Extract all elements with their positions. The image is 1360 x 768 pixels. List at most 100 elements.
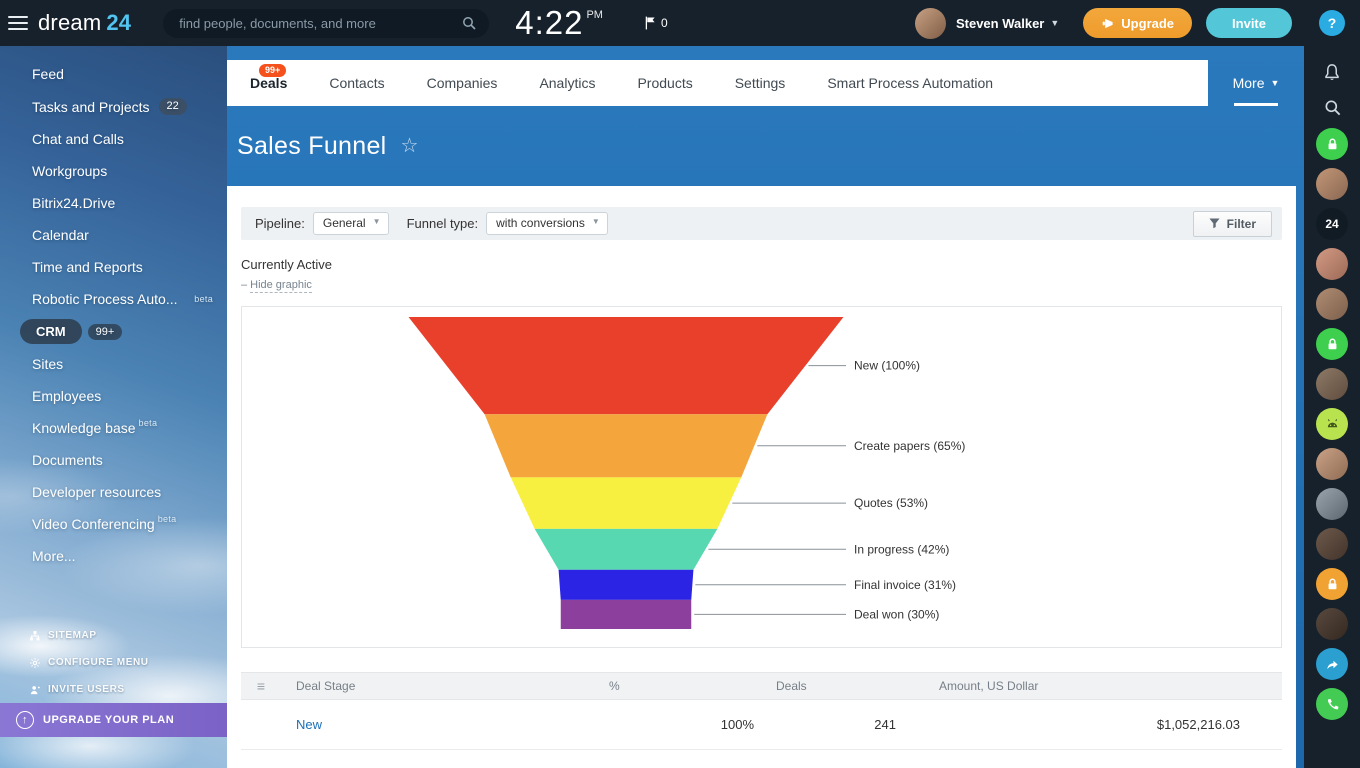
filter-button[interactable]: Filter	[1193, 211, 1272, 237]
sidebar-item-calendar[interactable]: Calendar	[0, 219, 227, 251]
funnel-segment-new[interactable]	[409, 317, 844, 414]
up-arrow-icon: ↑	[16, 711, 34, 729]
funnel-label-create-papers: Create papers (65%)	[854, 439, 965, 453]
favorite-star-icon[interactable]: ☆	[401, 133, 419, 158]
column-header-deals[interactable]: Deals	[756, 679, 904, 693]
tab-companies[interactable]: Companies	[406, 60, 519, 106]
sidebar-item-knowledge-base[interactable]: Knowledge basebeta	[0, 412, 227, 444]
search-icon[interactable]	[461, 15, 477, 31]
clock: 4:22 PM	[515, 4, 603, 42]
user-menu[interactable]: Steven Walker ▼	[915, 8, 1059, 39]
flag-counter[interactable]: 0	[645, 16, 668, 30]
column-header-amount[interactable]: Amount, US Dollar	[904, 679, 1282, 693]
user-name: Steven Walker	[956, 16, 1044, 31]
tab-label: Products	[637, 75, 692, 91]
sidebar-item-chat-and-calls[interactable]: Chat and Calls	[0, 123, 227, 155]
deal-stage-table: ≡ Deal Stage % Deals Amount, US Dollar N…	[241, 672, 1282, 750]
sidebar-link-sitemap[interactable]: SITEMAP	[0, 622, 227, 649]
sidebar-item-label: Documents	[32, 452, 103, 468]
funnel-segment-deal-won[interactable]	[561, 600, 692, 629]
footer-link-label: SITEMAP	[48, 630, 97, 641]
funnel-segment-create-papers[interactable]	[485, 414, 768, 477]
tab-more[interactable]: More ▼	[1208, 60, 1304, 106]
notifications-bell-icon[interactable]	[1316, 60, 1348, 86]
upgrade-button[interactable]: Upgrade	[1083, 8, 1192, 38]
invite-label: Invite	[1232, 16, 1266, 31]
avatar[interactable]	[1316, 448, 1348, 480]
share-icon[interactable]	[1316, 648, 1348, 680]
avatar[interactable]	[1316, 368, 1348, 400]
clock-meridiem: PM	[586, 9, 603, 21]
tab-label: Contacts	[329, 75, 384, 91]
column-header-percent[interactable]: %	[596, 679, 756, 693]
sidebar-link-invite-users[interactable]: INVITE USERS	[0, 676, 227, 703]
page-title: Sales Funnel	[237, 132, 387, 161]
hide-graphic-link[interactable]: –Hide graphic	[241, 279, 312, 291]
upgrade-your-plan-button[interactable]: ↑ UPGRADE YOUR PLAN	[0, 703, 227, 737]
sidebar-link-configure-menu[interactable]: CONFIGURE MENU	[0, 649, 227, 676]
sidebar-item-robotic-process-automation[interactable]: Robotic Process Auto...beta	[0, 283, 227, 315]
avatar[interactable]	[1316, 248, 1348, 280]
brand-name: dream	[38, 10, 101, 36]
secure-lock-icon[interactable]	[1316, 328, 1348, 360]
tab-products[interactable]: Products	[616, 60, 713, 106]
tab-smart-process-automation[interactable]: Smart Process Automation	[806, 60, 1014, 106]
sidebar-item-label: Employees	[32, 388, 101, 404]
sidebar-item-sites[interactable]: Sites	[0, 348, 227, 380]
funnel-type-select[interactable]: with conversions ▼	[486, 212, 608, 235]
sidebar-item-feed[interactable]: Feed	[0, 58, 227, 90]
footer-link-label: CONFIGURE MENU	[48, 657, 149, 668]
menu-hamburger-icon[interactable]	[8, 16, 28, 30]
sidebar-item-label: Time and Reports	[32, 259, 143, 275]
funnel-segment-final-invoice[interactable]	[559, 570, 694, 600]
funnel-segment-quotes[interactable]	[511, 477, 742, 529]
table-settings-icon[interactable]: ≡	[241, 678, 281, 694]
sidebar-item-crm[interactable]: CRM99+	[0, 315, 227, 348]
android-icon[interactable]	[1316, 408, 1348, 440]
stage-link[interactable]: New	[296, 717, 322, 732]
sidebar-item-label: Knowledge base	[32, 420, 136, 436]
tab-contacts[interactable]: Contacts	[308, 60, 405, 106]
sidebar-item-workgroups[interactable]: Workgroups	[0, 155, 227, 187]
sitemap-icon	[30, 631, 40, 641]
sidebar-item-more[interactable]: More...	[0, 540, 227, 572]
avatar[interactable]	[1316, 608, 1348, 640]
sidebar-item-developer-resources[interactable]: Developer resources	[0, 476, 227, 508]
funnel-segment-in-progress[interactable]	[535, 529, 718, 570]
tab-deals[interactable]: 99+ Deals	[229, 60, 308, 106]
filter-toolbar: Pipeline: General ▼ Funnel type: with co…	[241, 207, 1282, 240]
sidebar-item-tasks-and-projects[interactable]: Tasks and Projects22	[0, 90, 227, 123]
footer-link-label: INVITE USERS	[48, 684, 125, 695]
sidebar-item-label: Chat and Calls	[32, 131, 124, 147]
sidebar-item-employees[interactable]: Employees	[0, 380, 227, 412]
search-icon[interactable]	[1316, 94, 1348, 120]
sidebar-item-time-and-reports[interactable]: Time and Reports	[0, 251, 227, 283]
secure-lock-icon[interactable]	[1316, 568, 1348, 600]
gear-icon	[30, 658, 40, 668]
search-input[interactable]	[177, 15, 461, 32]
sidebar-item-video-conferencing[interactable]: Video Conferencingbeta	[0, 508, 227, 540]
sidebar-item-label: Sites	[32, 356, 63, 372]
sidebar-item-bitrix24-drive[interactable]: Bitrix24.Drive	[0, 187, 227, 219]
help-icon[interactable]: ?	[1319, 10, 1345, 36]
sidebar-item-label: Robotic Process Auto...	[32, 291, 178, 307]
avatar[interactable]	[1316, 168, 1348, 200]
funnel-filter-icon	[1209, 218, 1220, 229]
avatar[interactable]	[1316, 488, 1348, 520]
tab-analytics[interactable]: Analytics	[518, 60, 616, 106]
avatar[interactable]	[1316, 528, 1348, 560]
sidebar-item-documents[interactable]: Documents	[0, 444, 227, 476]
tab-settings[interactable]: Settings	[714, 60, 807, 106]
tab-label: Settings	[735, 75, 786, 91]
sidebar-item-label: Bitrix24.Drive	[32, 195, 115, 211]
pipeline-select[interactable]: General ▼	[313, 212, 389, 235]
bitrix24-network-icon[interactable]: 24	[1316, 208, 1348, 240]
brand-logo[interactable]: dream 24	[38, 10, 131, 36]
cell-percent: 100%	[596, 717, 756, 732]
invite-button[interactable]: Invite	[1206, 8, 1292, 38]
phone-icon[interactable]	[1316, 688, 1348, 720]
secure-lock-icon[interactable]	[1316, 128, 1348, 160]
column-header-deal-stage[interactable]: Deal Stage	[281, 679, 596, 693]
topbar: dream 24 4:22 PM 0 Steven Walker ▼ Upgra…	[0, 0, 1360, 46]
avatar[interactable]	[1316, 288, 1348, 320]
